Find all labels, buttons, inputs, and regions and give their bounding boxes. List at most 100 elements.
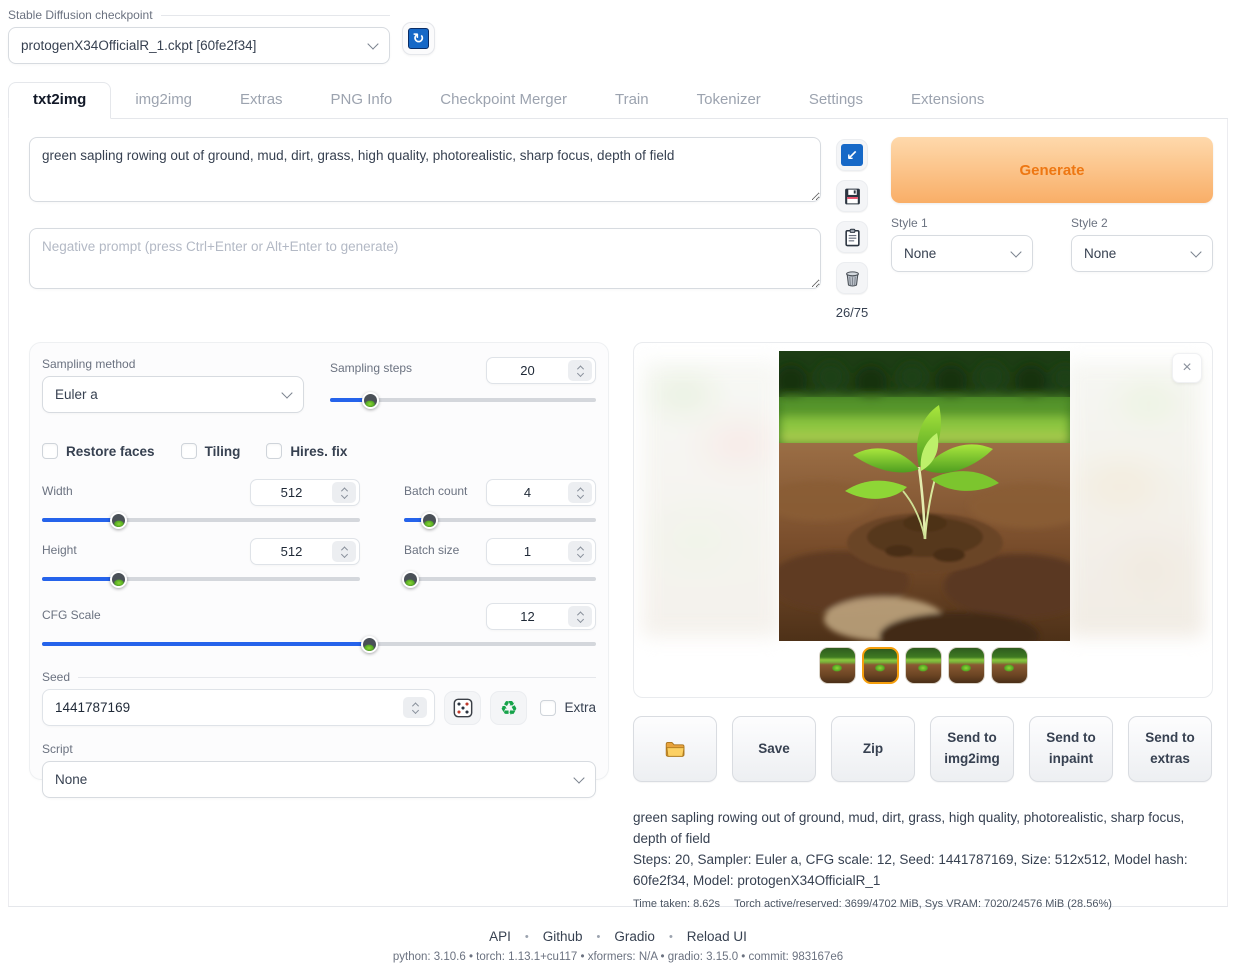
chevron-down-icon (281, 387, 292, 398)
batch-count-input[interactable]: 4 (486, 479, 596, 506)
generate-button[interactable]: Generate (891, 137, 1213, 203)
prompt-input[interactable]: green sapling rowing out of ground, mud,… (29, 137, 821, 202)
seed-input-wrap (42, 689, 435, 726)
clear-prompt-button[interactable] (836, 262, 868, 294)
stepper-icon[interactable] (568, 360, 592, 381)
style1-select[interactable]: None (891, 235, 1033, 272)
checkbox-icon (266, 443, 282, 459)
reload-ui-link[interactable]: Reload UI (687, 929, 747, 944)
thumbnail-5[interactable] (991, 647, 1028, 684)
github-link[interactable]: Github (543, 929, 583, 944)
info-prompt-text: green sapling rowing out of ground, mud,… (633, 808, 1203, 850)
stepper-icon[interactable] (332, 482, 356, 503)
tab-train[interactable]: Train (591, 83, 673, 118)
tab-txt2img[interactable]: txt2img (8, 82, 111, 119)
dice-icon (453, 698, 473, 718)
version-info: python: 3.10.6 • torch: 1.13.1+cu117 • x… (0, 951, 1236, 963)
send-to-inpaint-button[interactable]: Send to inpaint (1029, 716, 1113, 782)
batch-count-label: Batch count (404, 484, 467, 498)
gradio-link[interactable]: Gradio (614, 929, 655, 944)
page-footer: API • Github • Gradio • Reload UI python… (0, 907, 1236, 963)
paste-generation-params-button[interactable]: ↙ (836, 139, 868, 171)
tab-settings[interactable]: Settings (785, 83, 887, 118)
width-input[interactable]: 512 (250, 479, 360, 506)
refresh-checkpoint-button[interactable]: ↻ (402, 22, 435, 55)
sampling-steps-value: 20 (487, 363, 568, 378)
gallery-blur-left (642, 361, 780, 637)
save-button[interactable]: Save (732, 716, 816, 782)
send-to-extras-button[interactable]: Send to extras (1128, 716, 1212, 782)
slider-thumb[interactable] (362, 392, 379, 409)
height-slider[interactable] (42, 571, 360, 587)
thumbnail-4[interactable] (948, 647, 985, 684)
stepper-icon[interactable] (332, 541, 356, 562)
token-counter: 26/75 (836, 305, 869, 320)
random-seed-button[interactable] (444, 691, 481, 725)
thumbnail-3[interactable] (905, 647, 942, 684)
batch-count-slider[interactable] (404, 512, 596, 528)
negative-prompt-input[interactable] (29, 228, 821, 289)
checkpoint-label: Stable Diffusion checkpoint (8, 8, 390, 22)
stepper-icon[interactable] (568, 606, 592, 627)
slider-thumb[interactable] (110, 571, 127, 588)
thumbnail-strip (634, 647, 1212, 684)
chevron-down-icon (1010, 246, 1021, 257)
slider-thumb[interactable] (361, 636, 378, 653)
style2-select[interactable]: None (1071, 235, 1213, 272)
restore-faces-checkbox[interactable]: Restore faces (42, 443, 155, 459)
width-slider[interactable] (42, 512, 360, 528)
reuse-seed-button[interactable]: ♻ (490, 691, 527, 725)
app-header: Stable Diffusion checkpoint protogenX34O… (0, 0, 1236, 64)
tab-checkpoint-merger[interactable]: Checkpoint Merger (416, 83, 591, 118)
cfg-scale-input[interactable]: 12 (486, 603, 596, 630)
slider-thumb[interactable] (421, 512, 438, 529)
close-icon[interactable]: × (1172, 353, 1202, 383)
trash-icon (843, 269, 862, 288)
tab-img2img[interactable]: img2img (111, 83, 216, 118)
script-select[interactable]: None (42, 761, 596, 798)
tab-png-info[interactable]: PNG Info (307, 83, 417, 118)
checkpoint-value: protogenX34OfficialR_1.ckpt [60fe2f34] (21, 38, 369, 53)
slider-thumb[interactable] (110, 512, 127, 529)
thumbnail-1[interactable] (819, 647, 856, 684)
hires-fix-checkbox[interactable]: Hires. fix (266, 443, 347, 459)
txt2img-panel: green sapling rowing out of ground, mud,… (8, 119, 1228, 907)
tab-extensions[interactable]: Extensions (887, 83, 1008, 118)
sampling-steps-input[interactable]: 20 (486, 357, 596, 384)
tiling-checkbox[interactable]: Tiling (181, 443, 241, 459)
batch-size-value: 1 (487, 544, 568, 559)
api-link[interactable]: API (489, 929, 511, 944)
result-gallery: × (633, 342, 1213, 698)
cfg-scale-label: CFG Scale (42, 608, 101, 622)
cfg-scale-slider[interactable] (42, 636, 596, 652)
batch-size-slider[interactable] (404, 571, 596, 587)
bullet-separator: • (669, 931, 673, 943)
stepper-icon[interactable] (568, 541, 592, 562)
batch-count-value: 4 (487, 485, 568, 500)
send-to-img2img-button[interactable]: Send to img2img (930, 716, 1014, 782)
output-column: × Save Zip Send to im (633, 342, 1213, 913)
checkbox-icon (42, 443, 58, 459)
generated-image[interactable] (779, 351, 1070, 641)
tab-tokenizer[interactable]: Tokenizer (673, 83, 785, 118)
floppy-disk-icon (843, 187, 862, 206)
tab-extras[interactable]: Extras (216, 83, 307, 118)
sampling-method-select[interactable]: Euler a (42, 376, 304, 413)
slider-thumb[interactable] (402, 571, 419, 588)
thumbnail-2-selected[interactable] (862, 647, 899, 684)
seed-input[interactable] (55, 700, 403, 715)
height-input[interactable]: 512 (250, 538, 360, 565)
sampling-steps-slider[interactable] (330, 392, 596, 408)
extra-seed-checkbox[interactable]: Extra (540, 700, 596, 716)
save-style-button[interactable] (836, 180, 868, 212)
open-folder-button[interactable] (633, 716, 717, 782)
apply-style-button[interactable] (836, 221, 868, 253)
zip-button[interactable]: Zip (831, 716, 915, 782)
stepper-icon[interactable] (568, 482, 592, 503)
time-taken-text: Time taken: 8.62s (633, 896, 720, 913)
batch-size-input[interactable]: 1 (486, 538, 596, 565)
checkbox-icon (181, 443, 197, 459)
stepper-icon[interactable] (403, 697, 427, 718)
checkpoint-select[interactable]: protogenX34OfficialR_1.ckpt [60fe2f34] (8, 27, 390, 64)
tiling-label: Tiling (205, 444, 241, 459)
